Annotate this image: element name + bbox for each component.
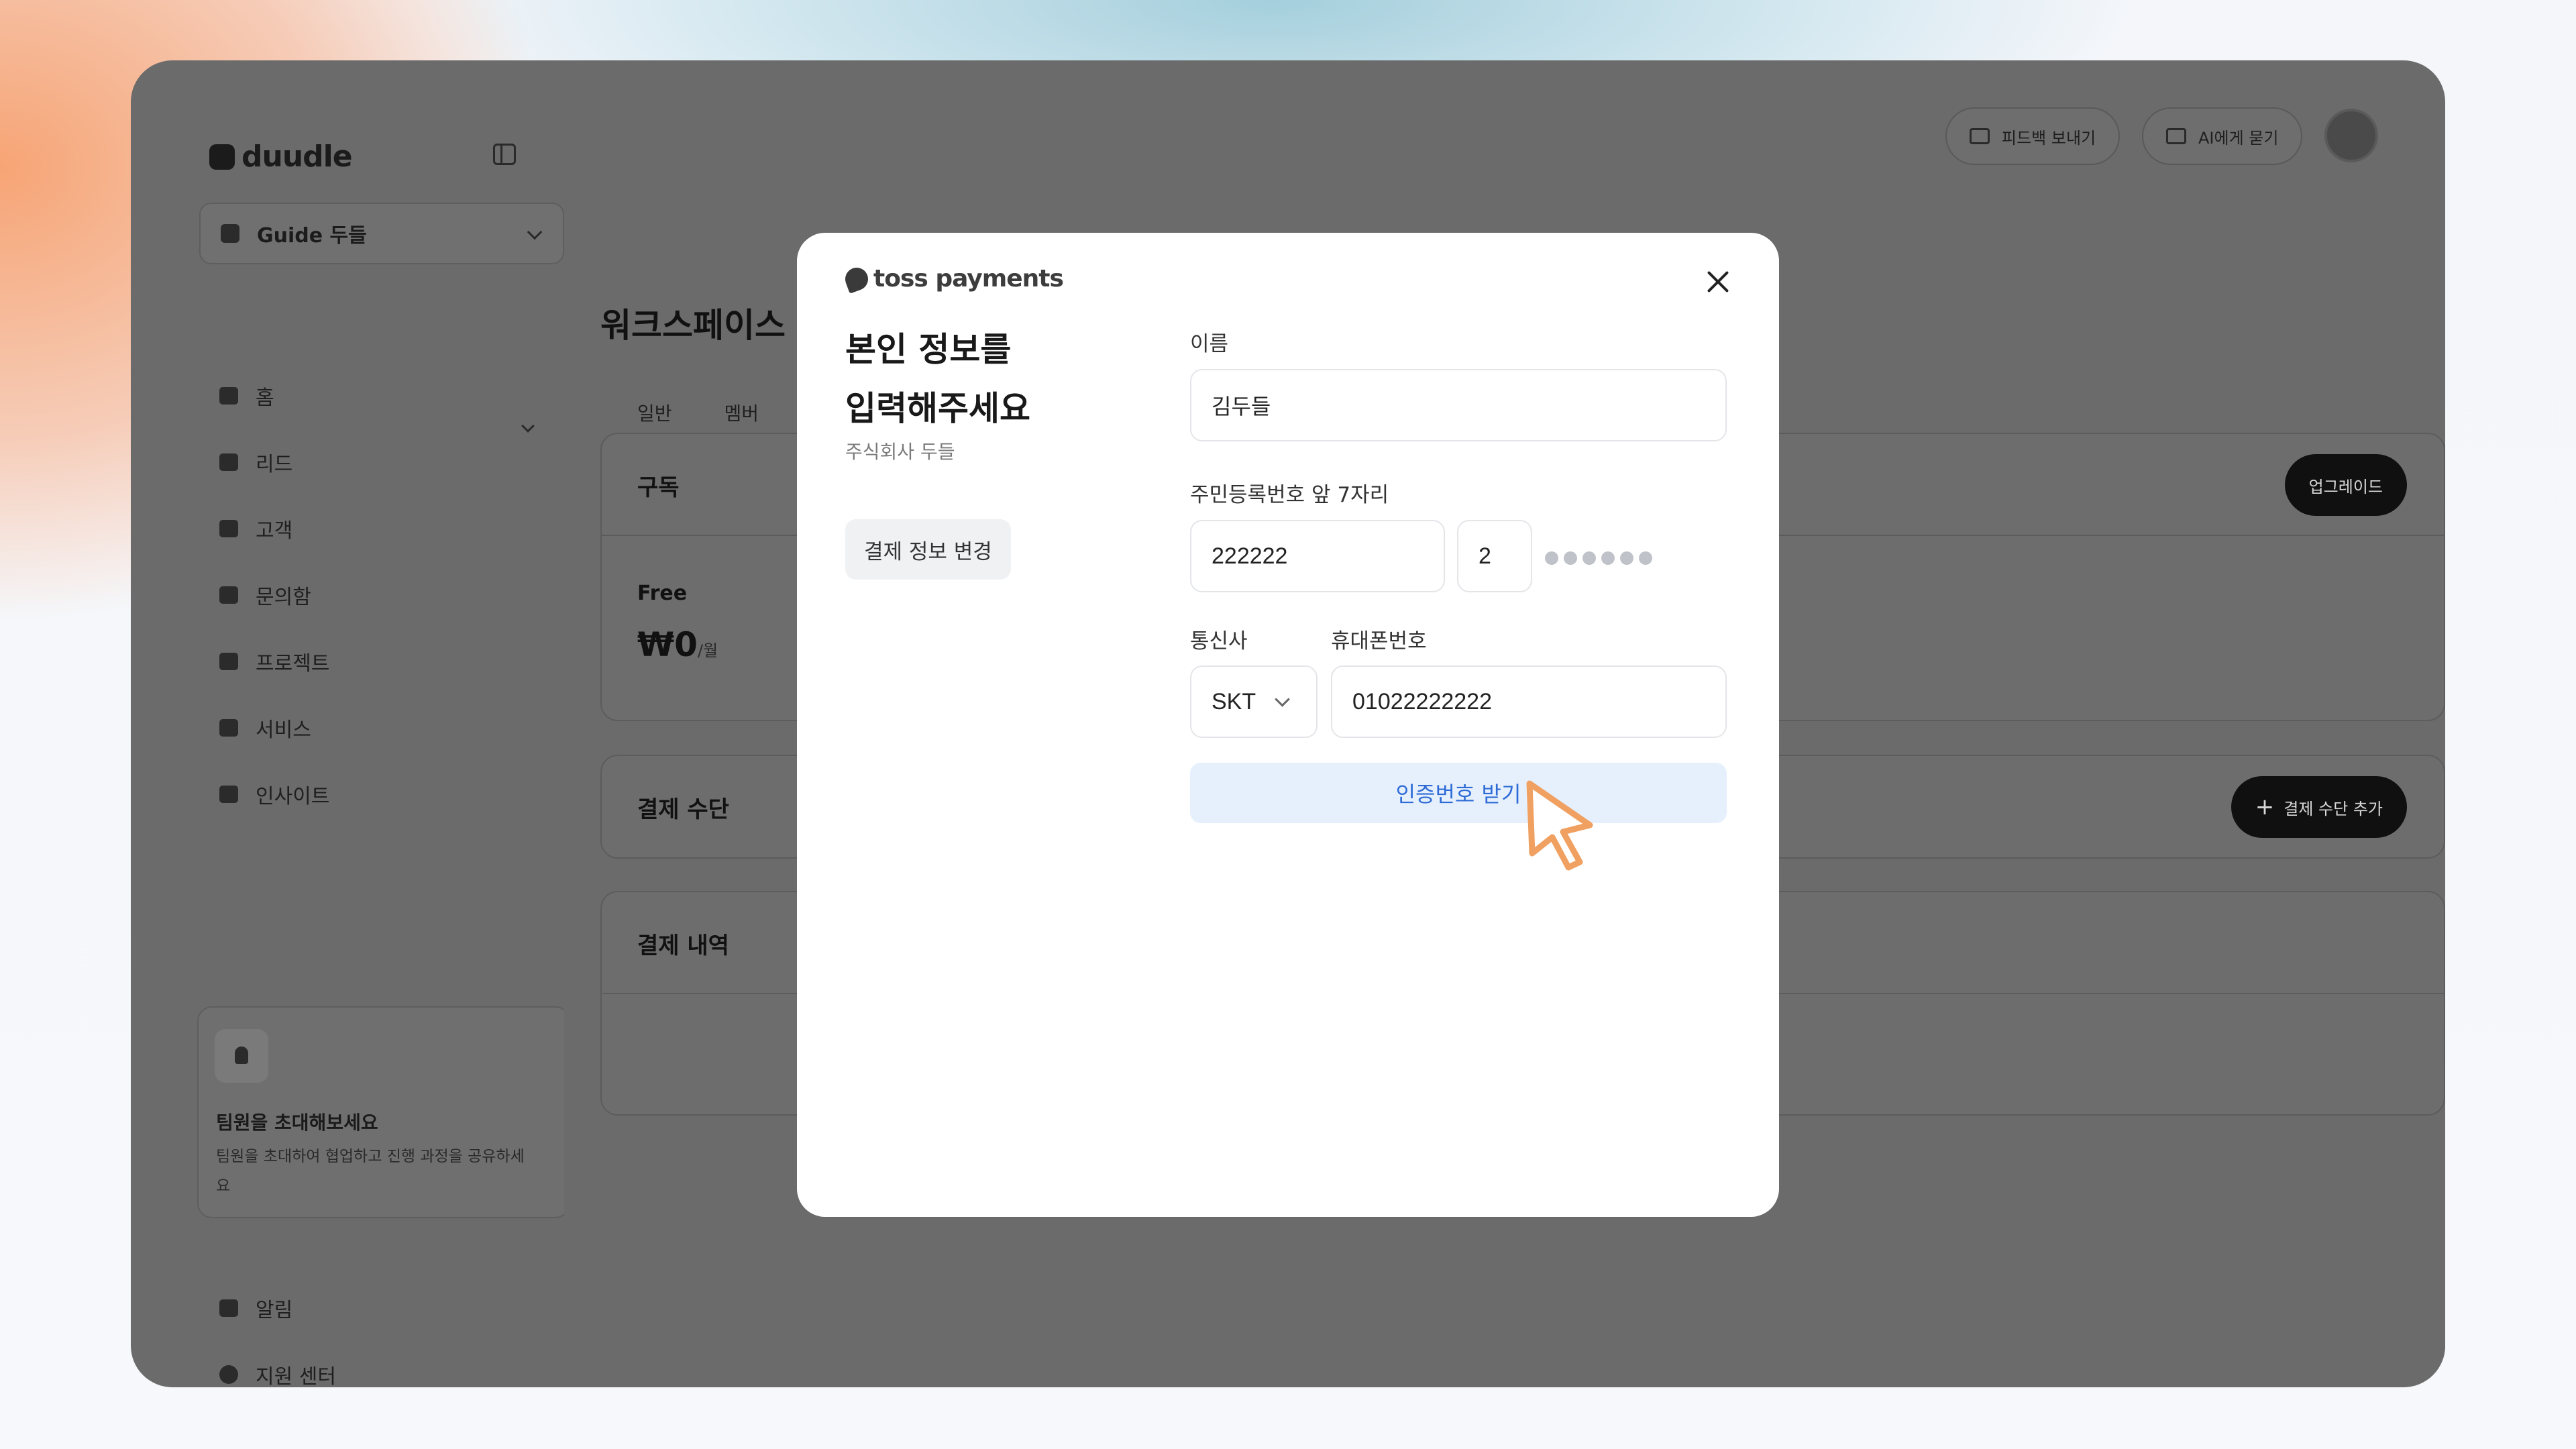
- help-icon: [219, 1364, 238, 1384]
- heading-line-2: 입력해주세요: [845, 389, 1030, 428]
- rrn-label: 주민등록번호 앞 7자리: [1190, 483, 1389, 507]
- workspace-icon: [221, 224, 239, 243]
- billing-history-title: 결제 내역: [637, 932, 729, 959]
- add-payment-method-button[interactable]: + 결제 수단 추가: [2231, 776, 2407, 838]
- plan-name: Free: [637, 582, 688, 605]
- ask-ai-button[interactable]: AI에게 묻기: [2142, 107, 2303, 165]
- carrier-value: SKT: [1212, 688, 1256, 714]
- user-icon: [219, 519, 238, 537]
- mask-dot: [1601, 551, 1615, 565]
- mask-dot: [1639, 551, 1652, 565]
- company-name: 주식회사 두들: [845, 441, 955, 463]
- sidebar-item-projects[interactable]: 프로젝트: [219, 628, 329, 694]
- sidebar-toggle-icon[interactable]: [493, 144, 516, 165]
- mail-icon: [1970, 128, 1990, 144]
- avatar[interactable]: [2324, 109, 2378, 162]
- sidebar-item-notifications[interactable]: 알림: [219, 1275, 336, 1341]
- mask-dot: [1620, 551, 1633, 565]
- sidebar-item-label: 인사이트: [256, 784, 330, 808]
- invite-title: 팀원을 초대해보세요: [216, 1112, 378, 1134]
- chart-icon: [219, 785, 238, 803]
- mask-dot: [1582, 551, 1596, 565]
- sparkle-icon: [2166, 128, 2186, 144]
- tab-general[interactable]: 일반: [637, 399, 672, 426]
- close-icon[interactable]: [1701, 265, 1735, 299]
- upgrade-button[interactable]: 업그레이드: [2284, 454, 2407, 516]
- rrn-front-field[interactable]: 222222: [1190, 520, 1445, 592]
- chevron-down-icon: [527, 224, 543, 240]
- add-user-icon: [215, 1029, 268, 1083]
- lead-icon: [219, 453, 238, 471]
- toss-payments-logo: toss payments: [842, 264, 1064, 294]
- logo-mark-icon: [209, 144, 235, 170]
- mask-dot: [1564, 551, 1577, 565]
- phone-label: 휴대폰번호: [1331, 629, 1427, 653]
- sidebar-item-label: 서비스: [256, 718, 311, 742]
- sidebar-item-label: 리드: [256, 452, 293, 476]
- invite-description: 팀원을 초대하여 협업하고 진행 과정을 공유하세요: [216, 1148, 525, 1195]
- request-verification-button[interactable]: 인증번호 받기: [1190, 763, 1727, 823]
- sidebar-item-insights[interactable]: 인사이트: [219, 761, 329, 827]
- toss-verification-modal: toss payments 본인 정보를 입력해주세요 주식회사 두들 결제 정…: [797, 233, 1779, 1217]
- chevron-down-icon: [1275, 692, 1290, 707]
- sidebar-item-support[interactable]: 지원 센터: [219, 1341, 336, 1387]
- logo: duudle: [209, 140, 353, 174]
- home-icon: [219, 386, 238, 405]
- sidebar-item-leads[interactable]: 리드: [219, 429, 329, 495]
- briefcase-icon: [219, 718, 238, 737]
- workspace-label: Guide 두들: [257, 224, 367, 248]
- sidebar-item-label: 홈: [256, 386, 274, 410]
- plan-period: /월: [697, 641, 718, 660]
- inbox-icon: [219, 586, 238, 604]
- sidebar-nav: 홈 리드 고객 문의함 프로젝트 서비스 인사이트: [219, 362, 535, 827]
- logo-text: duudle: [241, 140, 353, 174]
- sidebar-item-label: 알림: [256, 1298, 293, 1322]
- carrier-label: 통신사: [1190, 629, 1248, 653]
- workspace-selector[interactable]: Guide 두들: [199, 203, 564, 264]
- sidebar-item-home[interactable]: 홈: [219, 362, 329, 429]
- rrn-back-first-field[interactable]: 2: [1457, 520, 1532, 592]
- phone-field[interactable]: 01022222222: [1331, 665, 1727, 738]
- mask-dot: [1545, 551, 1558, 565]
- plan-price-row: ₩0 /월: [637, 625, 718, 664]
- pointer-cursor-icon: [1526, 780, 1593, 871]
- change-payment-button[interactable]: 결제 정보 변경: [845, 519, 1011, 580]
- sidebar-bottom-nav: 알림 지원 센터: [219, 1275, 336, 1387]
- rrn-masked-digits: [1545, 551, 1652, 565]
- sidebar-item-label: 프로젝트: [256, 651, 330, 676]
- toss-logo-icon: [842, 264, 871, 294]
- bell-icon: [219, 1299, 238, 1317]
- sidebar-item-customers[interactable]: 고객: [219, 495, 329, 561]
- sidebar-item-services[interactable]: 서비스: [219, 694, 329, 761]
- sidebar-item-label: 문의함: [256, 585, 311, 609]
- modal-heading: 본인 정보를 입력해주세요: [845, 320, 1030, 438]
- name-label: 이름: [1190, 332, 1229, 356]
- toss-brand-text: toss payments: [873, 265, 1064, 292]
- subscription-title: 구독: [637, 474, 680, 501]
- carrier-select[interactable]: SKT: [1190, 665, 1318, 738]
- plus-icon: +: [2255, 794, 2275, 820]
- chevron-down-icon[interactable]: [521, 419, 535, 433]
- plan-price: ₩0: [637, 625, 698, 664]
- folder-icon: [219, 652, 238, 670]
- ask-ai-label: AI에게 묻기: [2198, 128, 2279, 148]
- sidebar-item-inbox[interactable]: 문의함: [219, 561, 329, 628]
- page-title: 워크스페이스: [600, 306, 786, 345]
- tab-members[interactable]: 멤버: [724, 399, 759, 426]
- add-payment-method-label: 결제 수단 추가: [2284, 799, 2383, 818]
- sidebar-item-label: 고객: [256, 519, 293, 543]
- feedback-label: 피드백 보내기: [2002, 128, 2096, 148]
- payment-method-title: 결제 수단: [637, 796, 729, 823]
- tabs: 일반 멤버: [637, 399, 759, 426]
- name-field[interactable]: 김두들: [1190, 369, 1727, 441]
- sidebar-item-label: 지원 센터: [256, 1364, 336, 1388]
- invite-card[interactable]: 팀원을 초대해보세요 팀원을 초대하여 협업하고 진행 과정을 공유하세요: [197, 1006, 570, 1218]
- feedback-button[interactable]: 피드백 보내기: [1945, 107, 2121, 165]
- heading-line-1: 본인 정보를: [845, 330, 1012, 369]
